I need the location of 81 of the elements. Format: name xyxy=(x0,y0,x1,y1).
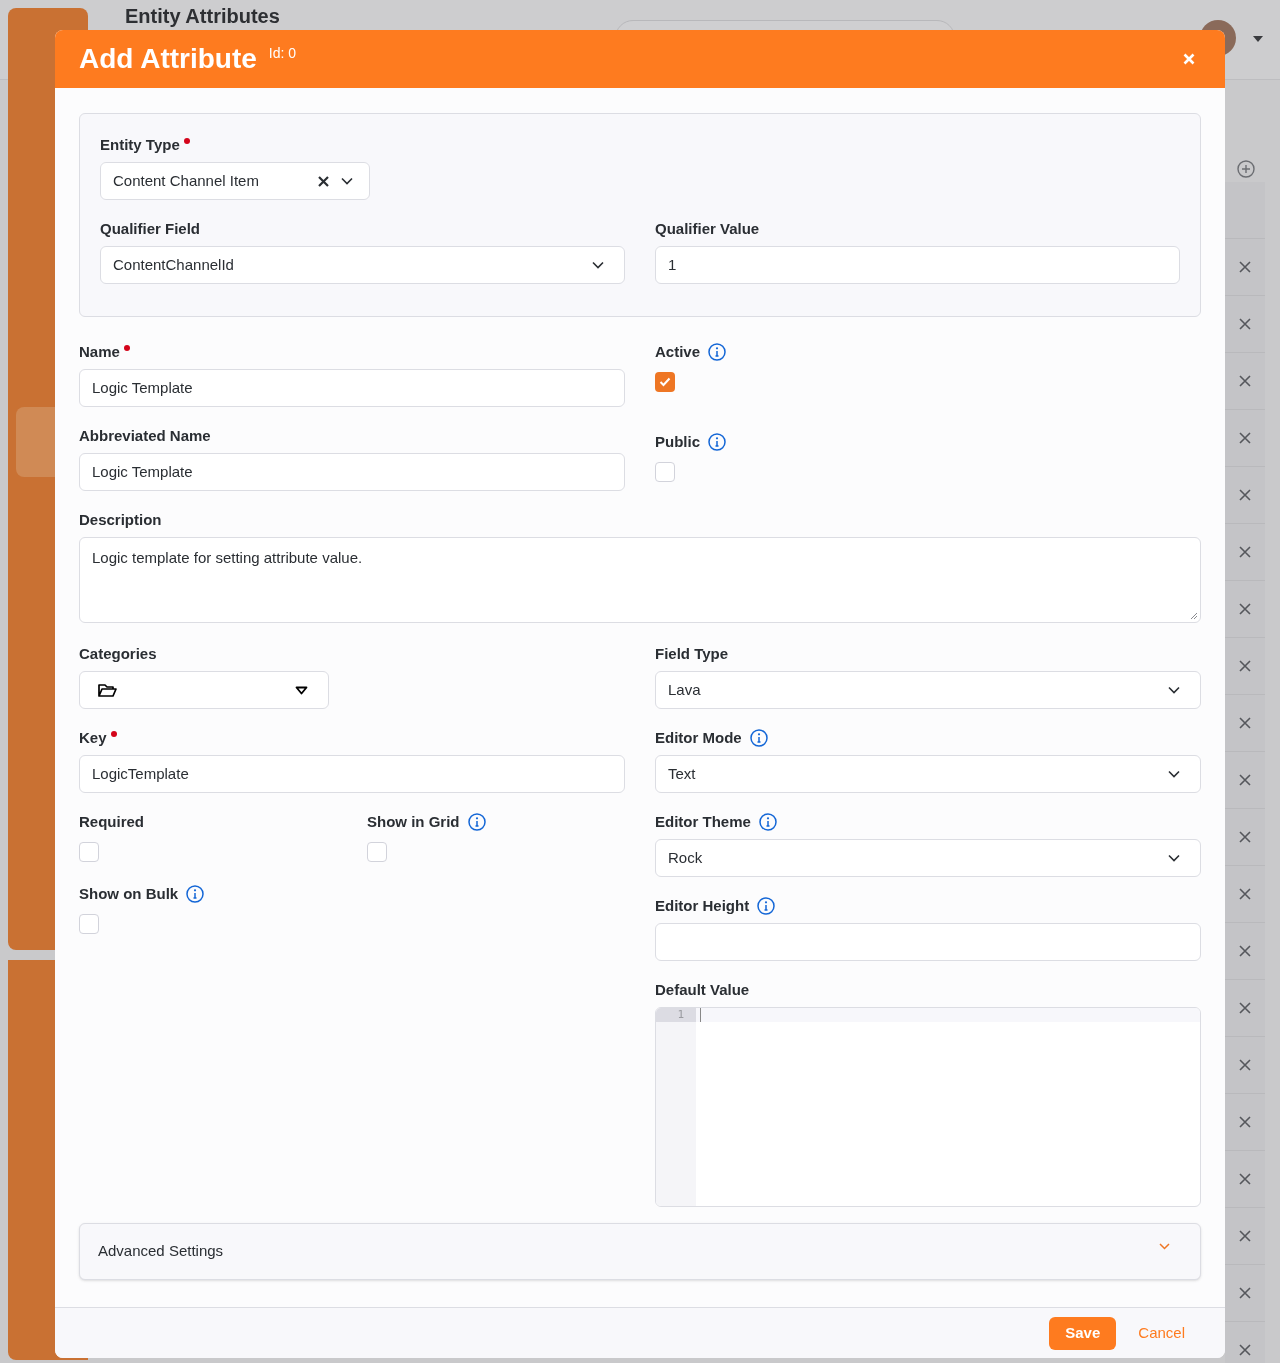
close-icon[interactable] xyxy=(1239,261,1251,273)
field-label: Active xyxy=(655,341,701,362)
close-icon[interactable] xyxy=(1239,1344,1251,1356)
close-icon[interactable] xyxy=(1239,831,1251,843)
checkbox[interactable] xyxy=(79,842,99,862)
field-label: Public xyxy=(655,431,700,452)
close-icon[interactable] xyxy=(1239,375,1251,387)
field-label: Key xyxy=(79,727,107,748)
close-icon[interactable] xyxy=(1239,717,1251,729)
select-field[interactable]: Text xyxy=(655,755,1201,793)
field-label: Required xyxy=(79,811,144,832)
checkbox[interactable] xyxy=(655,372,675,392)
info-icon[interactable] xyxy=(708,343,727,361)
close-icon[interactable] xyxy=(1239,1173,1251,1185)
input-field[interactable]: Logic Template xyxy=(79,453,625,491)
close-icon[interactable] xyxy=(1239,1002,1251,1014)
field-label: Description xyxy=(79,509,162,530)
close-icon[interactable] xyxy=(1239,1230,1251,1242)
check-icon xyxy=(659,377,671,387)
chevron-down-icon xyxy=(1168,686,1180,694)
input-field[interactable] xyxy=(655,923,1201,961)
description-field[interactable]: Logic template for setting attribute value. xyxy=(79,537,1201,623)
field-label: Default Value xyxy=(655,979,750,1000)
info-icon[interactable] xyxy=(749,729,768,747)
field-label: Qualifier Value xyxy=(655,218,760,239)
field-label: Abbreviated Name xyxy=(79,425,211,446)
chevron-down-icon xyxy=(1168,770,1180,778)
close-icon[interactable] xyxy=(1239,1116,1251,1128)
checkbox[interactable] xyxy=(655,462,675,482)
chevron-down-icon xyxy=(1168,854,1180,862)
select-field[interactable]: Lava xyxy=(655,671,1201,709)
close-icon[interactable] xyxy=(1239,888,1251,900)
field-label: Categories xyxy=(79,643,157,664)
close-icon[interactable] xyxy=(1239,546,1251,558)
clear-icon[interactable] xyxy=(318,175,329,187)
field-label: Show on Bulk xyxy=(79,883,179,904)
page-title: Entity Attributes xyxy=(125,4,280,28)
caret-icon xyxy=(295,685,308,695)
select-field[interactable]: Content Channel Item xyxy=(100,162,370,200)
advanced-settings-panel[interactable]: Advanced Settings xyxy=(79,1223,1201,1280)
field-label: Field Type xyxy=(655,643,729,664)
select-field[interactable]: ContentChannelId xyxy=(100,246,625,284)
info-icon[interactable] xyxy=(186,885,205,903)
caret-icon[interactable] xyxy=(1252,35,1264,43)
select-field[interactable]: Rock xyxy=(655,839,1201,877)
field-label: Editor Mode xyxy=(655,727,742,748)
chevron-down-icon xyxy=(341,177,353,185)
field-label: Show in Grid xyxy=(367,811,460,832)
panel-title: Advanced Settings xyxy=(98,1241,224,1262)
field-label: Name xyxy=(79,341,120,362)
add-icon[interactable] xyxy=(1237,160,1255,178)
info-icon[interactable] xyxy=(758,813,777,831)
dialog-title: Add Attribute xyxy=(79,42,257,76)
close-icon[interactable] xyxy=(1239,489,1251,501)
checkbox[interactable] xyxy=(79,914,99,934)
close-icon[interactable] xyxy=(1239,1287,1251,1299)
close-icon[interactable] xyxy=(1239,318,1251,330)
close-icon[interactable] xyxy=(1239,1059,1251,1071)
field-label: Editor Theme xyxy=(655,811,751,832)
line-number: 1 xyxy=(656,1008,696,1022)
resize-handle-icon[interactable] xyxy=(1190,612,1198,620)
close-icon[interactable] xyxy=(1239,432,1251,444)
field-label: Entity Type xyxy=(100,134,180,155)
input-field[interactable]: LogicTemplate xyxy=(79,755,625,793)
close-icon[interactable] xyxy=(1239,660,1251,672)
field-label: Editor Height xyxy=(655,895,750,916)
field-label: Qualifier Field xyxy=(100,218,201,239)
checkbox[interactable] xyxy=(367,842,387,862)
id-label: Id: 0 xyxy=(268,43,297,63)
chevron-down-icon xyxy=(1159,1243,1170,1250)
input-field[interactable]: 1 xyxy=(655,246,1180,284)
close-icon[interactable] xyxy=(1239,603,1251,615)
info-icon[interactable] xyxy=(757,897,776,915)
close-icon[interactable] xyxy=(1239,945,1251,957)
input-field[interactable]: Logic Template xyxy=(79,369,625,407)
chevron-down-icon xyxy=(592,261,604,269)
text-cursor xyxy=(700,1008,701,1022)
close-icon[interactable] xyxy=(1239,774,1251,786)
info-icon[interactable] xyxy=(708,433,726,451)
folder-icon xyxy=(98,682,117,698)
info-icon[interactable] xyxy=(467,813,486,831)
